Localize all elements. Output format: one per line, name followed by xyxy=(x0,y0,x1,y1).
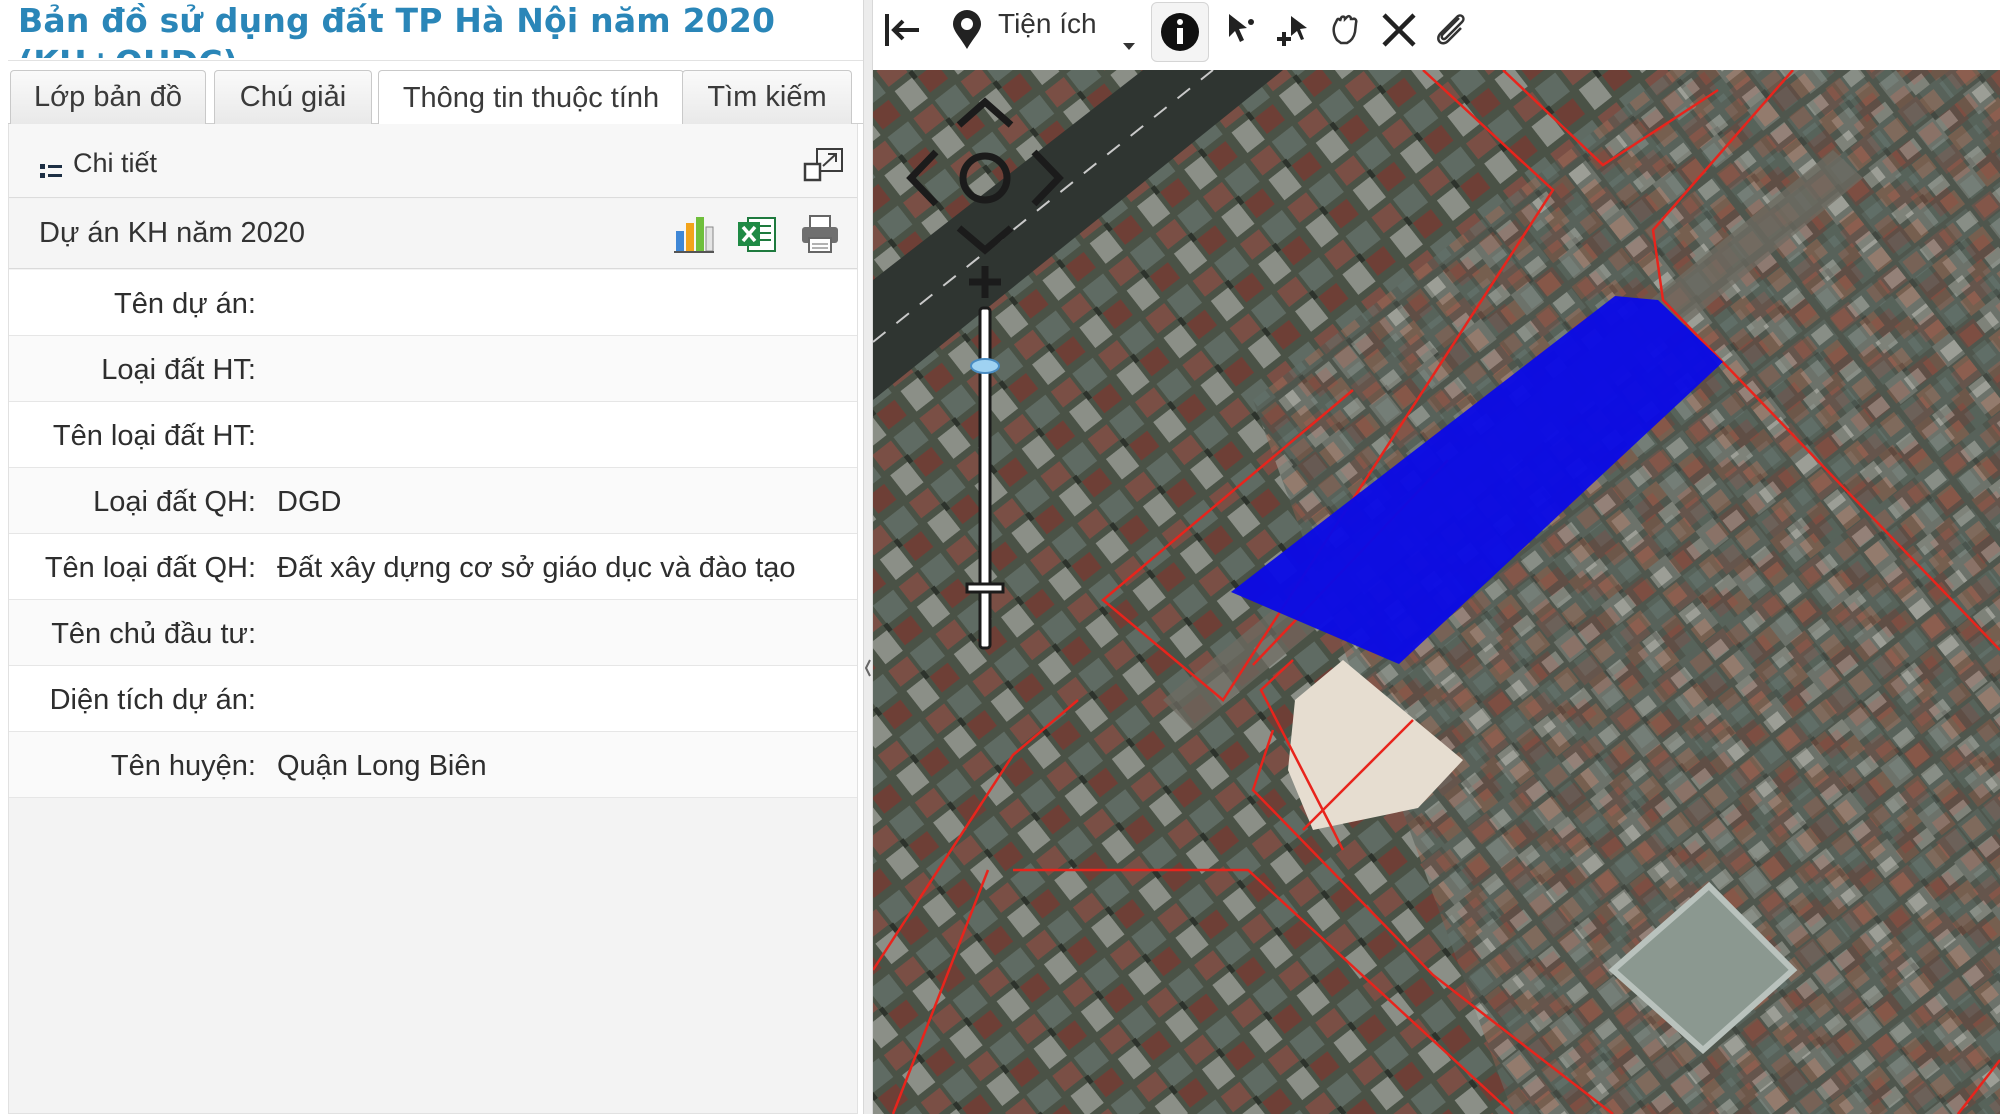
title-divider xyxy=(8,60,863,61)
info-icon xyxy=(1161,13,1199,51)
zoom-out-icon[interactable] xyxy=(965,582,1005,594)
pan-hand-icon xyxy=(1332,14,1358,45)
close-icon xyxy=(1382,13,1416,47)
attr-label: Loại đất QH: xyxy=(93,486,256,518)
attr-row-current-land-type-name: Tên loại đất HT: xyxy=(9,402,857,468)
map-area: Tiện ích xyxy=(873,0,2000,1114)
pan-button[interactable] xyxy=(1325,6,1369,54)
attribute-table: Tên dự án: Loại đất HT: Tên loại đất HT:… xyxy=(9,270,857,798)
chevron-down-icon xyxy=(1123,43,1135,50)
map-pin-icon xyxy=(953,10,981,49)
attach-button[interactable] xyxy=(1429,6,1473,54)
select-button[interactable] xyxy=(1221,6,1265,54)
attach-icon xyxy=(1437,14,1465,45)
attr-value: DGD xyxy=(277,486,342,518)
attr-value: Đất xây dựng cơ sở giáo dục và đào tạo xyxy=(277,552,796,584)
chart-icon[interactable] xyxy=(673,213,715,255)
attr-value: Quận Long Biên xyxy=(277,750,487,782)
print-icon[interactable] xyxy=(799,213,841,255)
detail-header: Chi tiết xyxy=(9,124,857,198)
utilities-dropdown[interactable] xyxy=(1119,22,1139,70)
tab-map-layers[interactable]: Lớp bản đồ xyxy=(10,70,206,124)
app-title: Bản đồ sử dụng đất TP Hà Nội năm 2020 (K… xyxy=(18,1,776,58)
list-icon xyxy=(40,164,62,178)
add-select-icon xyxy=(1277,16,1307,46)
utilities-button[interactable] xyxy=(945,6,989,54)
attr-label: Tên huyện: xyxy=(110,750,256,782)
map-toolbar: Tiện ích xyxy=(873,0,2000,70)
expand-icon[interactable] xyxy=(803,146,845,184)
record-title: Dự án KH năm 2020 xyxy=(39,217,306,249)
info-button[interactable] xyxy=(1151,2,1209,62)
tab-search[interactable]: Tìm kiếm xyxy=(682,70,852,124)
tab-legend[interactable]: Chú giải xyxy=(214,70,372,124)
detail-label: Chi tiết xyxy=(73,148,158,178)
zoom-slider-handle[interactable] xyxy=(970,358,1000,374)
attr-row-district: Tên huyện: Quận Long Biên xyxy=(9,732,857,798)
tab-attribute-info[interactable]: Thông tin thuộc tính xyxy=(378,70,684,125)
panel-splitter[interactable] xyxy=(863,0,873,1114)
satellite-map[interactable] xyxy=(873,70,2000,1114)
clear-button[interactable] xyxy=(1377,6,1421,54)
select-arrow-icon xyxy=(1229,14,1254,42)
attr-label: Diện tích dự án: xyxy=(49,684,256,716)
attr-row-investor: Tên chủ đầu tư: xyxy=(9,600,857,666)
map-canvas[interactable] xyxy=(873,70,2000,1114)
tab-bar: Lớp bản đồ Chú giải Thông tin thuộc tính… xyxy=(8,70,863,125)
attr-row-current-land-type: Loại đất HT: xyxy=(9,336,857,402)
attr-label: Tên loại đất QH: xyxy=(44,552,256,584)
utilities-label[interactable]: Tiện ích xyxy=(998,8,1097,40)
attr-label: Tên chủ đầu tư: xyxy=(51,618,256,650)
attr-row-planned-land-type-name: Tên loại đất QH: Đất xây dựng cơ sở giáo… xyxy=(9,534,857,600)
exit-icon xyxy=(885,14,919,46)
add-select-button[interactable] xyxy=(1273,6,1317,54)
attr-label: Tên dự án: xyxy=(114,288,256,320)
attr-row-project-name: Tên dự án: xyxy=(9,270,857,336)
attribute-panel-body: Chi tiết Dự án KH năm 2020 Tên dự án: Lo… xyxy=(8,124,858,1114)
attr-label: Loại đất HT: xyxy=(101,354,256,386)
attr-label: Tên loại đất HT: xyxy=(52,420,256,452)
exit-button[interactable] xyxy=(881,6,925,54)
record-header: Dự án KH năm 2020 xyxy=(9,199,857,269)
collapse-arrow-icon[interactable] xyxy=(865,655,871,681)
attr-row-project-area: Diện tích dự án: xyxy=(9,666,857,732)
attr-row-planned-land-type: Loại đất QH: DGD xyxy=(9,468,857,534)
attribute-panel: Bản đồ sử dụng đất TP Hà Nội năm 2020 (K… xyxy=(0,0,868,1114)
excel-icon[interactable] xyxy=(736,213,778,255)
